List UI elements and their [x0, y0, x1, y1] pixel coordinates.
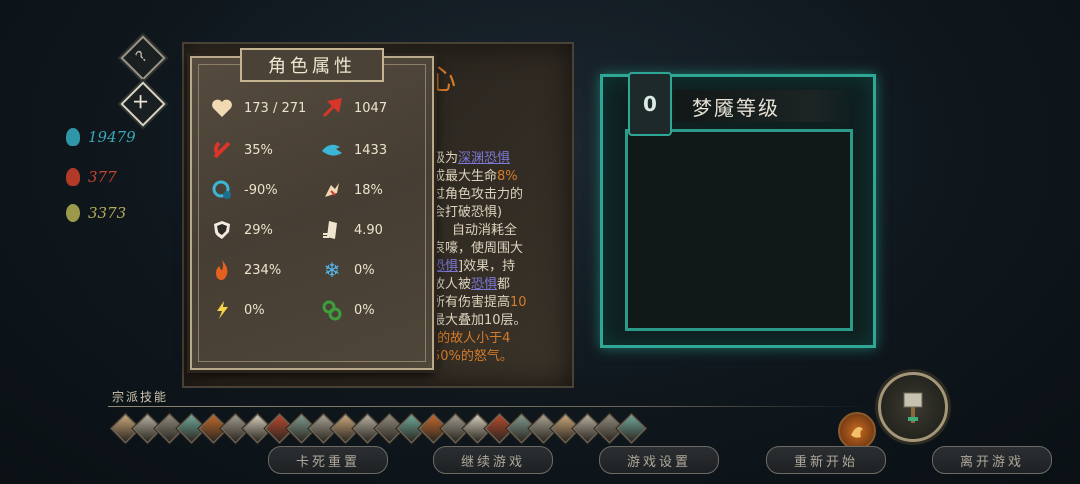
sect-skills-row — [110, 413, 646, 444]
help-button[interactable]: ? — [120, 35, 166, 81]
cooldown-icon — [210, 178, 234, 202]
currency-value: 3373 — [88, 204, 127, 222]
nightmare-content-area — [625, 129, 853, 331]
close-icon: ✕ — [128, 89, 154, 115]
stat-hp: 173 / 271 — [210, 96, 306, 120]
stat-crit-rate: 35% — [210, 138, 273, 162]
help-icon: ? — [131, 46, 151, 66]
desc-line: 恐惧]效果，持 — [432, 259, 516, 274]
crit-damage-icon — [320, 138, 344, 162]
stat-defense: 29% — [210, 218, 273, 242]
reset-stuck-button[interactable]: 卡死重置 — [268, 446, 388, 474]
green-spiral-icon — [66, 204, 80, 222]
close-button[interactable]: ✕ — [120, 81, 166, 127]
hammer-icon — [903, 392, 923, 423]
stat-fire: 234% — [210, 258, 281, 282]
desc-line: 50%的怒气。 — [432, 349, 513, 364]
desc-line: 级为深渊恐惧 — [432, 151, 511, 166]
currency-value: 19479 — [88, 128, 136, 146]
red-flame-icon — [66, 168, 80, 186]
continue-game-button[interactable]: 继续游戏 — [433, 446, 553, 474]
scroll-icon — [320, 218, 344, 242]
heart-icon — [210, 96, 234, 120]
lifesteal-icon — [320, 178, 344, 202]
desc-line: 哀嚎，使周围大 — [432, 241, 524, 256]
fire-icon — [210, 258, 234, 282]
currency-soul-blue: 19479 — [66, 128, 136, 146]
desc-line: ]的故人小于4 — [432, 331, 511, 346]
desc-line: 故人被恐惧都 — [432, 277, 511, 292]
shield-icon — [210, 218, 234, 242]
stat-lightning: 0% — [210, 298, 265, 322]
poison-icon — [320, 298, 344, 322]
desc-line: 最大叠加10层。 — [432, 313, 527, 328]
currency-soul-green: 3373 — [66, 204, 126, 222]
blue-flame-icon — [66, 128, 80, 146]
stat-crit-damage: 1433 — [320, 138, 387, 162]
skill-description: 级为深渊恐惧 成最大生命8% 过角色攻击力的 会打破恐惧) 自动消耗全 哀嚎，使… — [432, 150, 527, 366]
character-attributes-panel: 角色属性 173 / 271 35% -90% 29% 234% 0% 1047… — [190, 48, 434, 370]
divider — [108, 406, 868, 407]
lightning-icon — [210, 298, 234, 322]
desc-line: 自动消耗全 — [452, 223, 518, 238]
stat-cooldown: -90% — [210, 178, 278, 202]
ice-icon: ❄ — [323, 258, 341, 282]
desc-line: 成最大生命8% — [432, 169, 518, 184]
stat-lifesteal: 18% — [320, 178, 383, 202]
nightmare-level-badge: 0 — [628, 72, 672, 136]
game-settings-button[interactable]: 游戏设置 — [599, 446, 719, 474]
stat-attack: 1047 — [320, 96, 387, 120]
attack-icon — [320, 96, 344, 120]
desc-line: 过角色攻击力的 — [432, 187, 524, 202]
dragon-emblem-icon[interactable] — [838, 412, 876, 450]
sect-skills-label: 宗派技能 — [112, 390, 169, 404]
stat-range: 4.90 — [320, 218, 383, 242]
attributes-title: 角色属性 — [240, 48, 384, 82]
currency-soul-red: 377 — [66, 168, 117, 186]
currency-value: 377 — [88, 168, 117, 186]
hammer-relic-button[interactable] — [878, 372, 948, 442]
stat-ice: ❄ 0% — [320, 258, 375, 282]
stat-poison: 0% — [320, 298, 375, 322]
desc-line: 会打破恐惧) — [432, 205, 503, 220]
nightmare-level-title: 梦魇等级 — [674, 90, 852, 122]
restart-game-button[interactable]: 重新开始 — [766, 446, 886, 474]
skill-slot-icon[interactable] — [616, 413, 646, 444]
leave-game-button[interactable]: 离开游戏 — [932, 446, 1052, 474]
crit-rate-icon — [210, 138, 234, 162]
desc-line: 所有伤害提高10 — [432, 295, 527, 310]
